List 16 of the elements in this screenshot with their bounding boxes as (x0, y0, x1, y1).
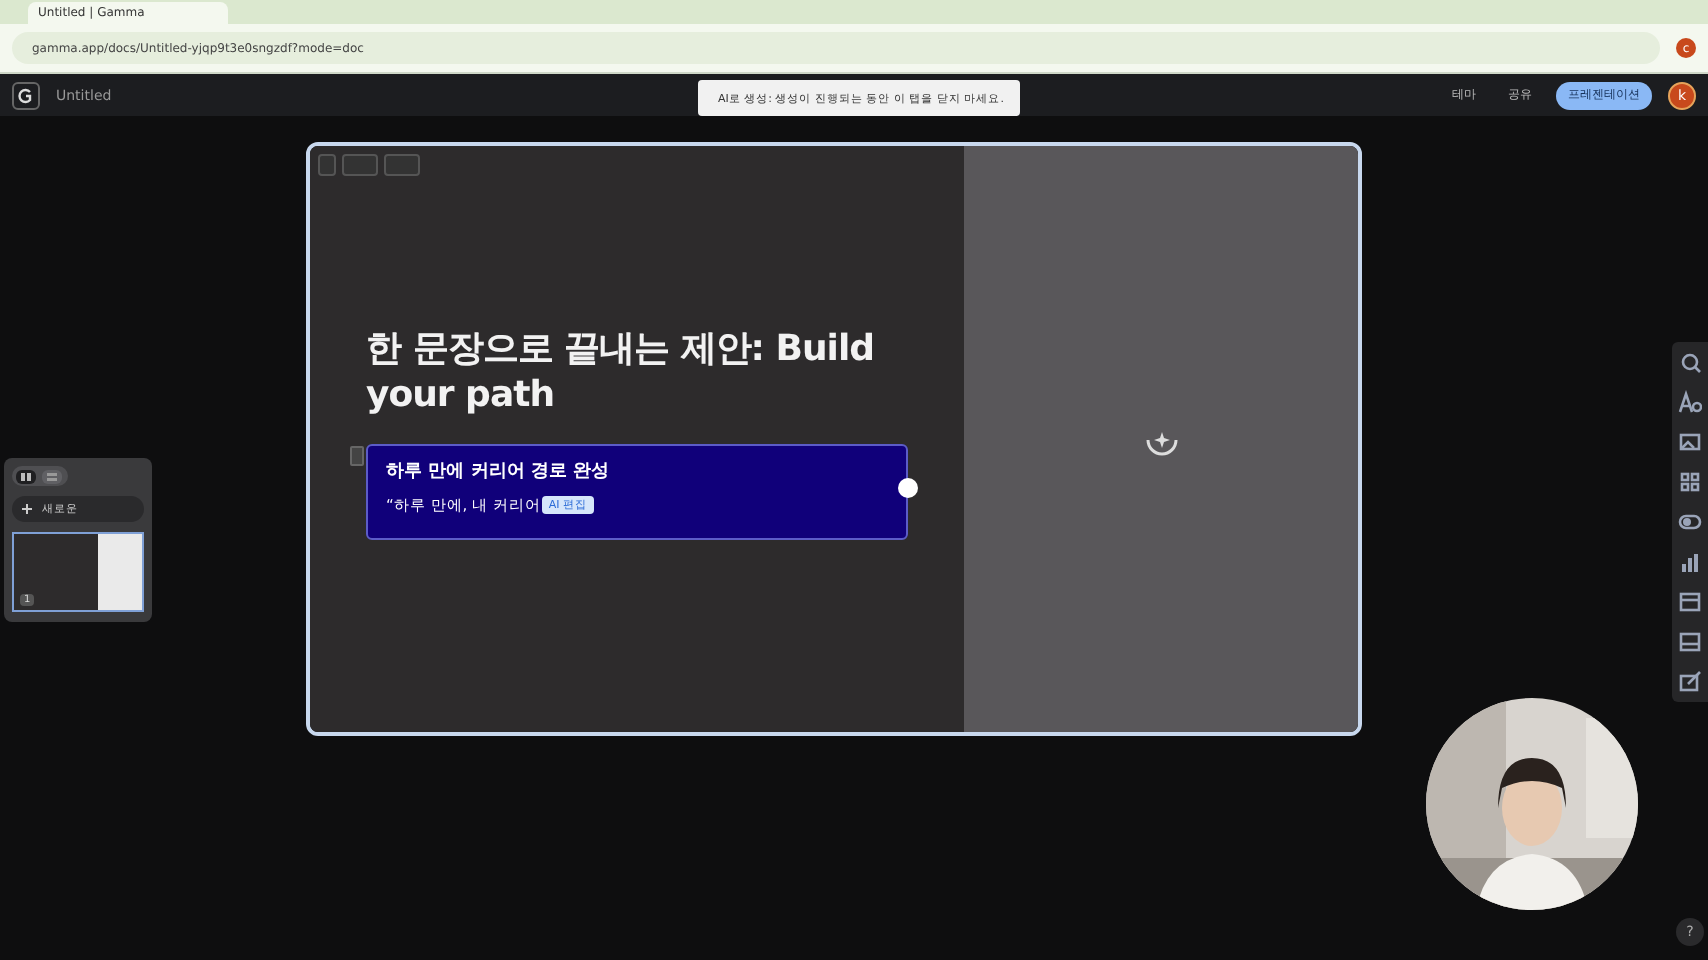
table-icon[interactable] (1678, 590, 1702, 614)
edit-icon[interactable] (1678, 670, 1702, 694)
grid-icon[interactable] (1678, 470, 1702, 494)
card-view-tab[interactable] (16, 469, 36, 483)
plus-icon (22, 504, 32, 514)
chart-icon[interactable] (1678, 550, 1702, 574)
toggle-icon[interactable] (1678, 510, 1702, 534)
app-logo[interactable] (12, 81, 40, 109)
search-icon[interactable] (1678, 350, 1702, 374)
layout-icon[interactable] (1678, 630, 1702, 654)
slide-title: 한 문장으로 끝내는 제안: Build your path (366, 326, 877, 420)
text-icon[interactable] (1678, 390, 1702, 414)
image-icon[interactable] (1678, 430, 1702, 454)
card-heading: 하루 만에 커리어 경로 완성 (386, 459, 612, 484)
drag-handle[interactable] (318, 154, 336, 176)
drag-handle[interactable] (350, 445, 364, 466)
